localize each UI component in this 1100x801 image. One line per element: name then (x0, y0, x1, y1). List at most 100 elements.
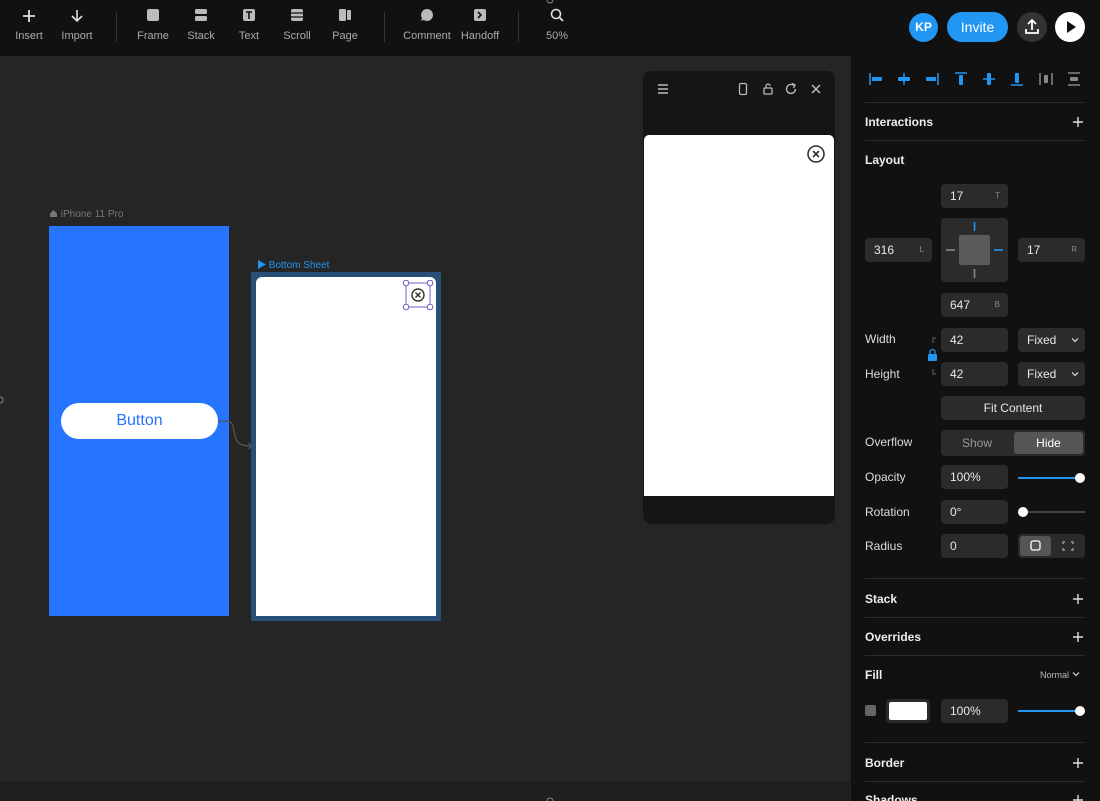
layout-bottom-suffix: B (994, 300, 1000, 309)
rotation-label: Rotation (865, 505, 910, 519)
handoff-label: Handoff (460, 30, 500, 42)
radius-mode-toggle (1018, 534, 1085, 558)
comment-icon (399, 8, 455, 30)
fill-opacity-slider-knob[interactable] (1075, 706, 1085, 716)
fit-content-button[interactable]: Fit Content (941, 396, 1085, 420)
home-icon (50, 210, 57, 217)
panel-divider (865, 578, 1085, 579)
overflow-show-option[interactable]: Show (941, 430, 1013, 456)
radius-individual-option[interactable] (1053, 536, 1083, 556)
menu-icon[interactable] (656, 82, 670, 96)
interactions-heading: Interactions (865, 115, 934, 129)
overflow-toggle: Show Hide (941, 430, 1085, 456)
radius-label: Radius (865, 539, 903, 553)
handoff-icon (452, 8, 508, 30)
add-interaction-plus-icon[interactable] (1071, 115, 1085, 129)
width-mode-select[interactable]: Fixed (1018, 328, 1085, 352)
aspect-lock-icon[interactable] (926, 336, 940, 376)
refresh-icon[interactable] (784, 82, 798, 96)
bottom-sheet-frame-name: Bottom Sheet (268, 260, 330, 271)
top-toolbar: Insert Import Frame Stack Text Scroll Pa… (0, 0, 1100, 56)
zoom-icon (529, 8, 585, 30)
layout-bottom-value: 647 (950, 298, 971, 312)
width-mode-value: Fixed (1027, 333, 1057, 347)
square-icon (1030, 540, 1041, 551)
comment-tool[interactable]: Comment (399, 8, 455, 48)
preview-screen[interactable] (644, 135, 834, 496)
fill-opacity-input[interactable]: 100% (941, 699, 1008, 723)
layout-right-field[interactable]: 17 R (1018, 238, 1085, 262)
toolbar-divider (518, 12, 519, 42)
unlock-icon[interactable] (761, 82, 775, 96)
fill-heading: Fill (865, 668, 883, 682)
distribute-vertical-icon[interactable] (1066, 71, 1082, 87)
layout-bottom-field[interactable]: 647 B (941, 293, 1008, 317)
corners-icon (1062, 541, 1074, 551)
comment-label: Comment (403, 30, 451, 42)
opacity-slider-knob[interactable] (1075, 473, 1085, 483)
import-tool[interactable]: Import (49, 8, 105, 48)
avatar[interactable]: KP (909, 13, 938, 42)
page-tool[interactable]: Page (317, 8, 373, 48)
invite-button[interactable]: Invite (947, 12, 1008, 42)
rotation-slider-track[interactable] (1018, 511, 1085, 513)
height-label: Height (865, 367, 900, 381)
layout-left-field[interactable]: 316 L (865, 238, 932, 262)
layout-left-suffix: L (919, 245, 924, 254)
page-label: Page (332, 30, 358, 42)
fill-color-swatch[interactable] (886, 699, 930, 723)
iphone-frame-label[interactable]: iPhone 11 Pro (49, 209, 123, 220)
bottom-sheet-frame-label[interactable]: Bottom Sheet (258, 260, 329, 271)
close-circle-icon[interactable] (805, 143, 827, 165)
handoff-tool[interactable]: Handoff (452, 8, 508, 48)
width-label: Width (865, 332, 896, 346)
add-stack-plus-icon[interactable] (1071, 592, 1085, 606)
opacity-slider-fill (1018, 477, 1080, 479)
close-icon[interactable] (809, 82, 823, 96)
close-circle-icon[interactable] (402, 280, 434, 312)
add-override-plus-icon[interactable] (1071, 630, 1085, 644)
panel-divider (865, 102, 1085, 103)
preview-window[interactable] (643, 71, 835, 524)
chevron-down-icon (1072, 672, 1079, 677)
width-input[interactable]: 42 (941, 328, 1008, 352)
share-button[interactable] (1017, 12, 1047, 42)
canvas-button[interactable]: Button (61, 403, 218, 439)
radius-all-option[interactable] (1020, 536, 1051, 556)
align-left-icon[interactable] (868, 71, 884, 87)
fill-blend-select[interactable]: Normal (1040, 670, 1080, 680)
rotation-input[interactable]: 0° (941, 500, 1008, 524)
arrow-down-icon (49, 8, 105, 30)
align-right-icon[interactable] (924, 71, 940, 87)
distribute-horizontal-icon[interactable] (1038, 71, 1054, 87)
import-label: Import (61, 30, 93, 42)
overrides-heading: Overrides (865, 630, 922, 644)
align-bottom-icon[interactable] (1009, 71, 1025, 87)
bottom-sheet-frame[interactable] (256, 277, 436, 616)
align-center-h-icon[interactable] (896, 71, 912, 87)
align-top-icon[interactable] (953, 71, 969, 87)
height-input[interactable]: 42 (941, 362, 1008, 386)
play-icon (1067, 21, 1076, 33)
radius-input[interactable]: 0 (941, 534, 1008, 558)
constraints-widget[interactable] (941, 218, 1008, 282)
height-mode-select[interactable]: Fixed (1018, 362, 1085, 386)
height-mode-value: Fixed (1027, 367, 1057, 381)
panel-divider (865, 742, 1085, 743)
canvas-bottom-bar (0, 781, 850, 801)
stack-heading: Stack (865, 592, 898, 606)
properties-panel (850, 56, 1100, 801)
device-icon[interactable] (736, 82, 750, 96)
fill-visibility-checkbox[interactable] (865, 705, 876, 716)
layout-top-suffix: T (995, 191, 1000, 200)
rotation-slider-knob[interactable] (1018, 507, 1028, 517)
align-center-v-icon[interactable] (981, 71, 997, 87)
zoom-control[interactable]: 50% (529, 8, 585, 48)
add-border-plus-icon[interactable] (1071, 756, 1085, 770)
opacity-input[interactable]: 100% (941, 465, 1008, 489)
preview-play-button[interactable] (1055, 12, 1085, 42)
add-shadow-plus-icon[interactable] (1071, 793, 1085, 801)
chevron-down-icon (1071, 338, 1079, 343)
layout-top-field[interactable]: 17 T (941, 184, 1008, 208)
overflow-hide-option[interactable]: Hide (1014, 432, 1083, 454)
